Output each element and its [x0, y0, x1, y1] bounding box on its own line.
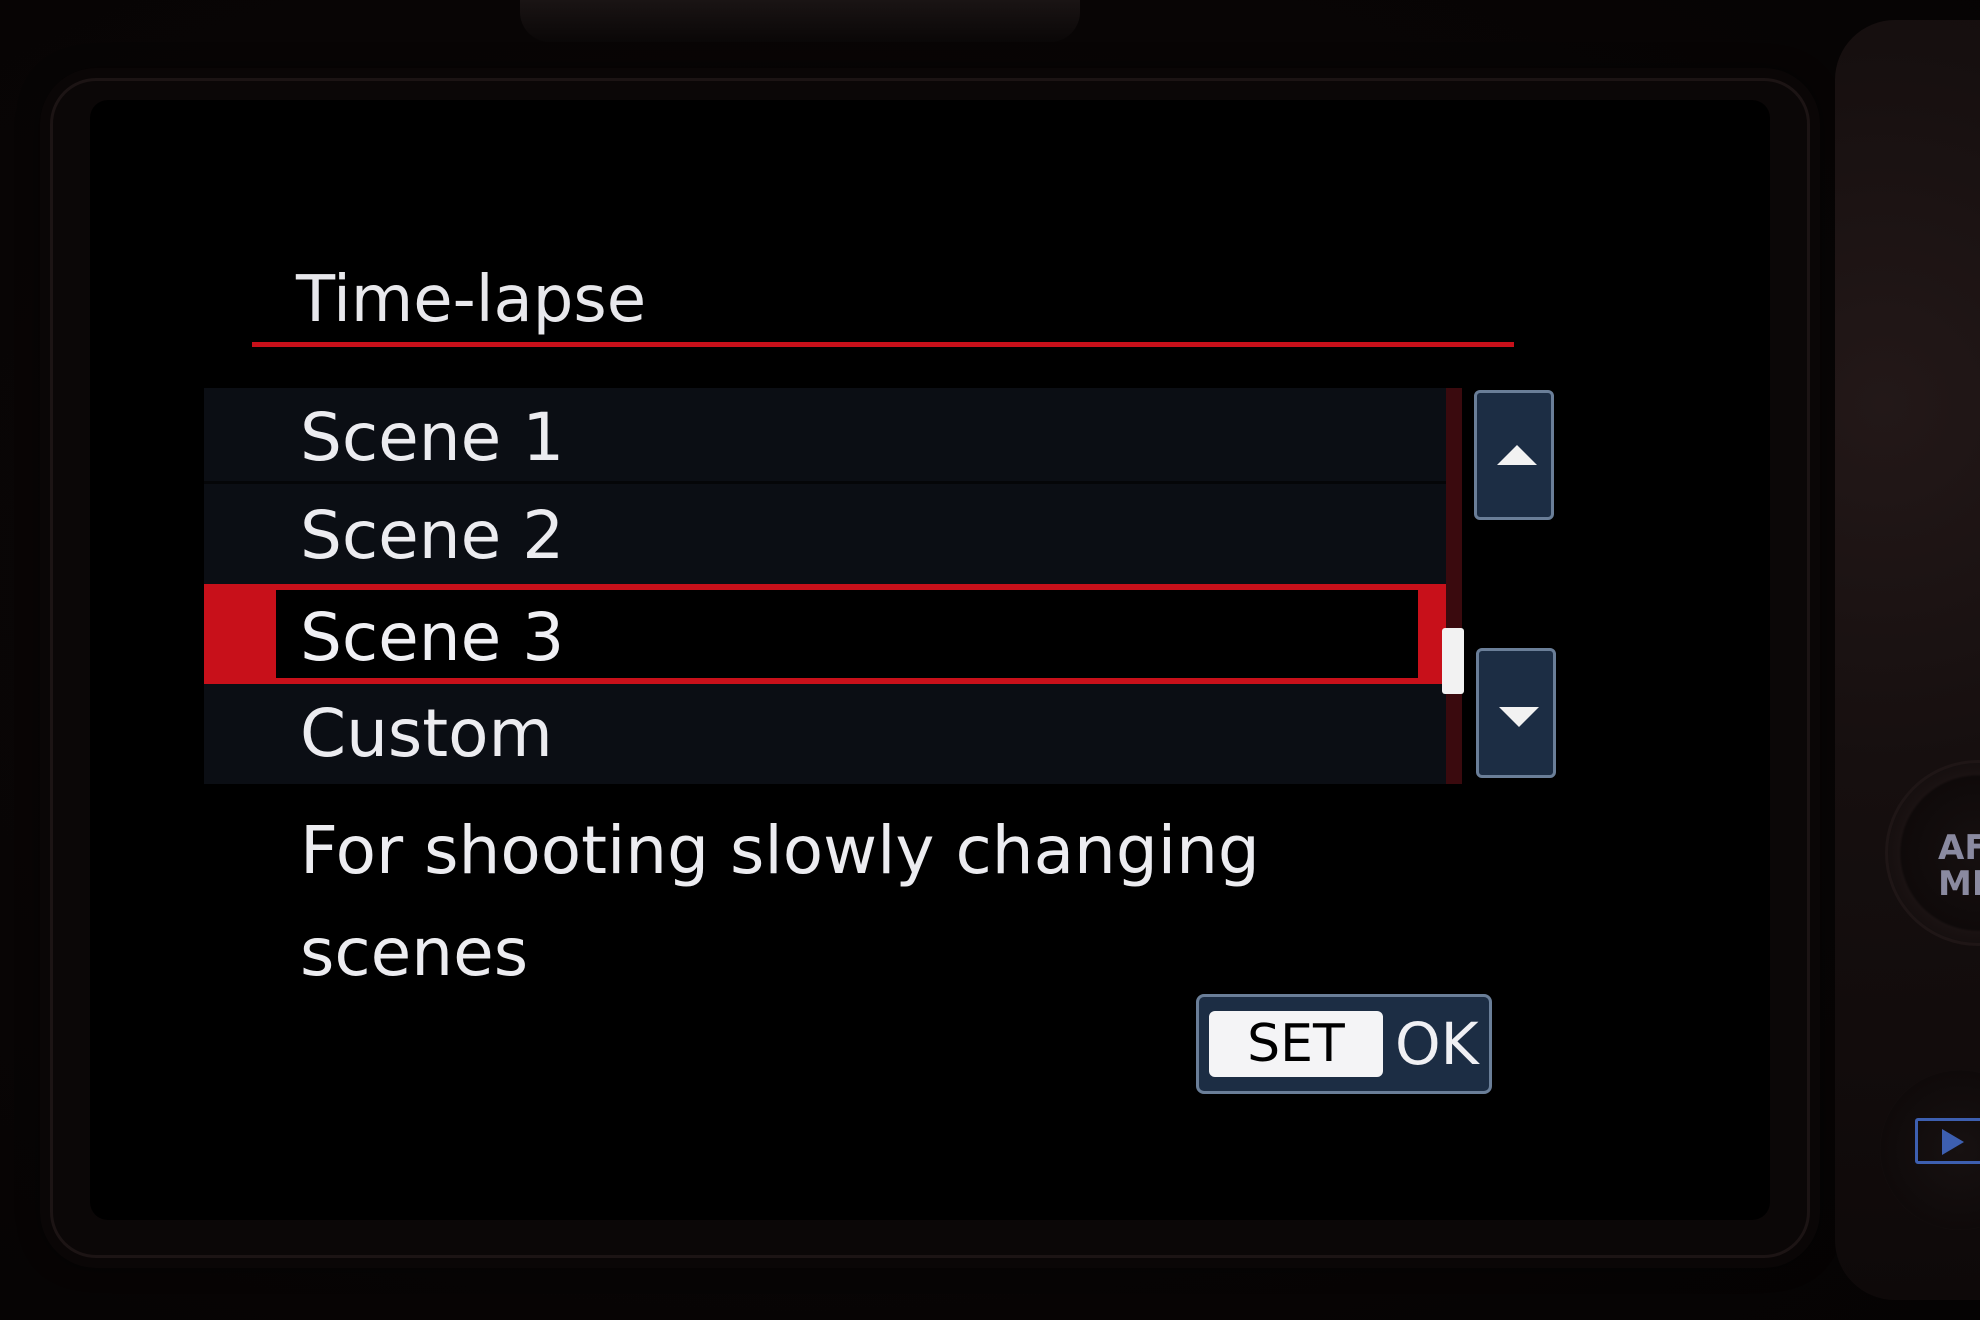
- scroll-up-button[interactable]: [1474, 390, 1554, 520]
- down-arrow-icon: [1499, 707, 1539, 727]
- af-mf-label: AF MF: [1938, 830, 1980, 902]
- set-ok-button[interactable]: SET OK: [1196, 994, 1492, 1094]
- set-key-label: SET: [1209, 1011, 1383, 1077]
- scroll-down-button[interactable]: [1476, 648, 1556, 778]
- scrollbar-track[interactable]: [1446, 388, 1462, 784]
- menu-item-custom[interactable]: Custom: [204, 684, 1446, 780]
- menu-item-label: Scene 3: [300, 599, 565, 676]
- menu-item-label: Custom: [300, 695, 553, 772]
- playback-icon: [1915, 1118, 1980, 1164]
- up-arrow-icon: [1497, 445, 1537, 465]
- menu-item-scene-1[interactable]: Scene 1: [204, 388, 1446, 484]
- menu-title: Time-lapse: [296, 263, 647, 337]
- menu-item-label: Scene 1: [300, 399, 565, 476]
- scrollbar-thumb[interactable]: [1442, 628, 1464, 694]
- description-line: scenes: [300, 914, 529, 991]
- viewfinder-bezel: [520, 0, 1080, 42]
- menu-item-scene-2[interactable]: Scene 2: [204, 486, 1446, 582]
- description-text: For shooting slowly changing scenes: [300, 800, 1400, 1004]
- menu-item-label: Scene 2: [300, 497, 565, 574]
- ok-label: OK: [1395, 1010, 1479, 1078]
- title-divider: [252, 342, 1514, 347]
- description-line: For shooting slowly changing: [300, 812, 1260, 889]
